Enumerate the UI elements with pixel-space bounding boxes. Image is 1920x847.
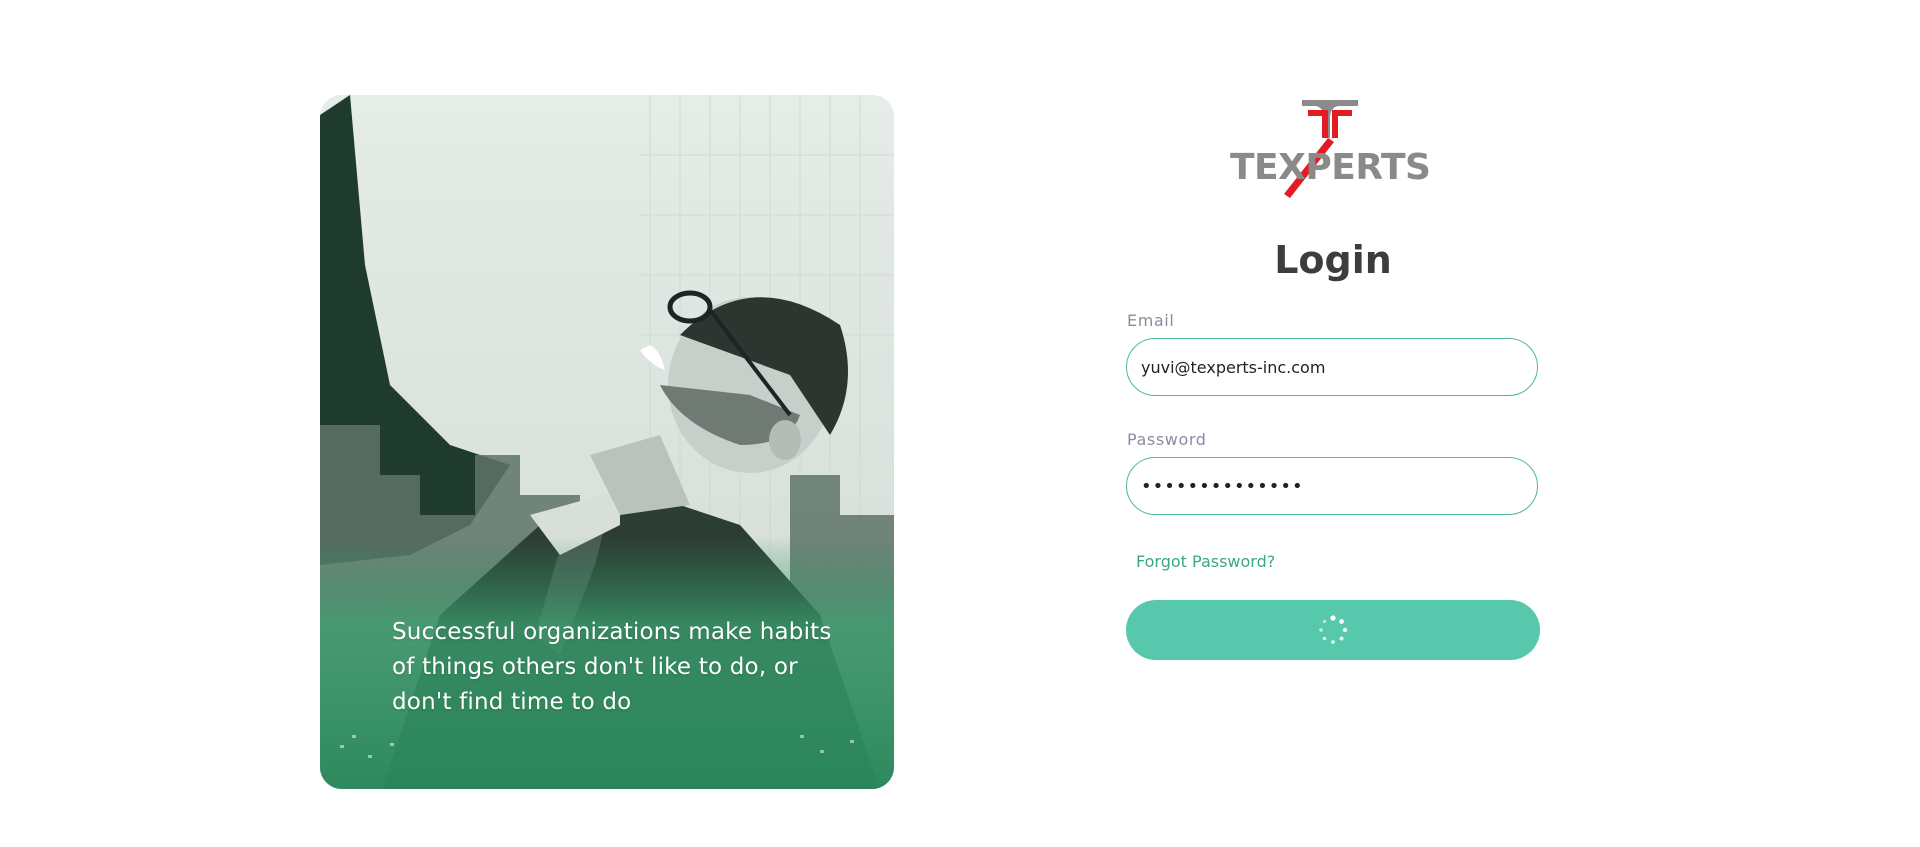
email-field[interactable]: [1141, 357, 1523, 377]
hero-image-card: Successful organizations make habits of …: [320, 95, 894, 789]
texperts-logo: TEXPERTS: [1230, 98, 1431, 198]
spinner-icon: [1319, 615, 1348, 644]
password-field-wrapper[interactable]: [1126, 457, 1538, 515]
login-page: Successful organizations make habits of …: [0, 0, 1920, 847]
forgot-password-link[interactable]: Forgot Password?: [1136, 552, 1275, 571]
hero-quote: Successful organizations make habits of …: [392, 619, 832, 715]
email-field-wrapper[interactable]: [1126, 338, 1538, 396]
email-label: Email: [1127, 311, 1175, 330]
page-title: Login: [1274, 238, 1392, 282]
logo-wordmark: TEXPERTS: [1230, 147, 1431, 188]
login-button[interactable]: [1126, 600, 1540, 660]
password-label: Password: [1127, 430, 1207, 449]
password-field[interactable]: [1141, 475, 1523, 497]
